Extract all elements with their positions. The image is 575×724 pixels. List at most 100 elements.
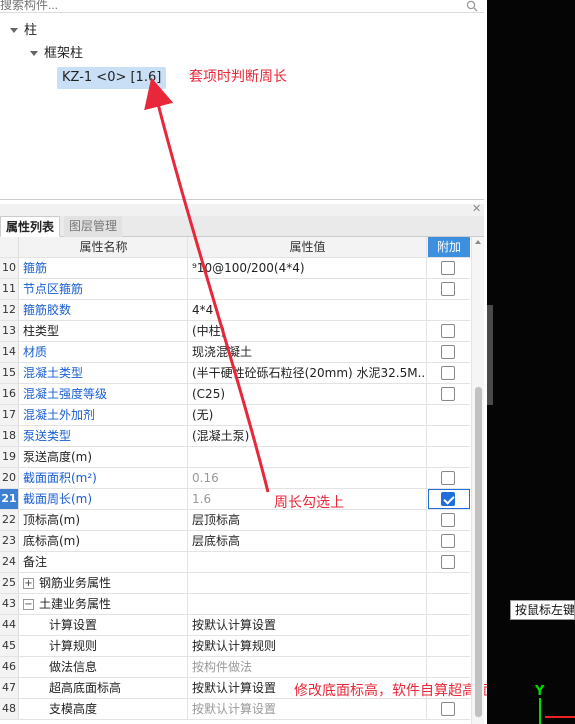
property-value[interactable]: 0.16 [189, 468, 427, 488]
annotation-top: 套项时判断周长 [189, 69, 287, 85]
mouse-tip: 按鼠标左键 [510, 600, 575, 620]
row-number: 17 [0, 405, 19, 425]
table-row[interactable]: 48 支模高度 按默认计算设置 [0, 699, 470, 720]
table-row[interactable]: 45 计算规则 按默认计算规则 [0, 636, 470, 657]
table-row[interactable]: 43− 土建业务属性 [0, 594, 470, 615]
property-name: + 钢筋业务属性 [20, 573, 188, 593]
property-value[interactable]: 按默认计算设置 [189, 699, 427, 719]
table-row[interactable]: 13 柱类型 (中柱) [0, 321, 470, 342]
search-input[interactable] [0, 0, 450, 14]
property-value[interactable]: 4*4 [189, 300, 427, 320]
vertical-scrollbar[interactable] [471, 237, 484, 724]
extra-cell [428, 636, 470, 656]
extra-checkbox[interactable] [441, 261, 455, 275]
property-value[interactable] [189, 573, 427, 593]
extra-checkbox[interactable] [441, 513, 455, 527]
property-value[interactable]: 现浇混凝土 [189, 342, 427, 362]
property-name: 混凝土强度等级 [20, 384, 188, 404]
property-name: 截面周长(m) [20, 489, 188, 509]
property-value[interactable] [189, 447, 427, 467]
row-number: 14 [0, 342, 19, 362]
close-icon[interactable]: ✕ [472, 202, 481, 215]
tree-node-frame-column[interactable]: 框架柱 [30, 44, 83, 64]
extra-checkbox[interactable] [441, 555, 455, 569]
table-row[interactable]: 19 泵送高度(m) [0, 447, 470, 468]
tree-leaf-kz1[interactable]: KZ-1 <0> [1.6] [57, 67, 167, 89]
property-value[interactable]: (C25) [189, 384, 427, 404]
table-row[interactable]: 14 材质 现浇混凝土 [0, 342, 470, 363]
property-name: 混凝土类型 [20, 363, 188, 383]
property-value[interactable] [189, 594, 427, 614]
search-icon[interactable] [466, 0, 478, 12]
table-row[interactable]: 23 底标高(m) 层底标高 [0, 531, 470, 552]
expand-caret-icon[interactable] [10, 28, 18, 33]
row-number: 43 [0, 594, 19, 614]
collapse-minus-icon[interactable]: − [23, 599, 34, 610]
property-value[interactable]: 层底标高 [189, 531, 427, 551]
property-value[interactable]: (半干硬性砼砾石粒径(20mm) 水泥32.5M... [189, 363, 427, 383]
row-number: 16 [0, 384, 19, 404]
table-row[interactable]: 15 混凝土类型 (半干硬性砼砾石粒径(20mm) 水泥32.5M... [0, 363, 470, 384]
property-name: 超高底面标高 [20, 678, 188, 698]
property-value[interactable]: 按默认计算规则 [189, 636, 427, 656]
grid-header: 属性名称 属性值 附加 [0, 237, 470, 258]
property-value[interactable]: (混凝土泵) [189, 426, 427, 446]
property-name: 泵送类型 [20, 426, 188, 446]
row-number: 22 [0, 510, 19, 530]
table-row[interactable]: 22 顶标高(m) 层顶标高 [0, 510, 470, 531]
search-bar [0, 0, 484, 14]
row-number: 13 [0, 321, 19, 341]
extra-cell [428, 699, 470, 719]
property-value[interactable]: 按构件做法 [189, 657, 427, 677]
property-name: 柱类型 [20, 321, 188, 341]
table-row[interactable]: 11 节点区箍筋 [0, 279, 470, 300]
extra-cell [428, 300, 470, 320]
extra-checkbox[interactable] [441, 366, 455, 380]
table-row[interactable]: 25 + 钢筋业务属性 [0, 573, 470, 594]
panel-splitter[interactable] [487, 305, 493, 405]
table-row[interactable]: 20 截面面积(m²) 0.16 [0, 468, 470, 489]
extra-checkbox[interactable] [441, 702, 455, 716]
table-row[interactable]: 12 箍筋胶数 4*4 [0, 300, 470, 321]
extra-checkbox[interactable] [441, 324, 455, 338]
property-value[interactable]: (无) [189, 405, 427, 425]
scroll-up-icon[interactable] [475, 240, 481, 244]
table-row[interactable]: 21 截面周长(m) 1.6 [0, 489, 470, 510]
property-name: 计算规则 [20, 636, 188, 656]
extra-checkbox[interactable] [441, 345, 455, 359]
property-value[interactable]: 层顶标高 [189, 510, 427, 530]
property-name: 计算设置 [20, 615, 188, 635]
table-row[interactable]: 46 做法信息 按构件做法 [0, 657, 470, 678]
row-number: 20 [0, 468, 19, 488]
tree-node-column[interactable]: 柱 [10, 21, 37, 41]
table-row[interactable]: 24 备注 [0, 552, 470, 573]
extra-cell [428, 594, 470, 614]
property-value[interactable]: ⁹10@100/200(4*4) [189, 258, 427, 278]
property-value[interactable] [189, 279, 427, 299]
expand-caret-icon[interactable] [30, 51, 38, 56]
property-name-text: 节点区箍筋 [23, 282, 84, 296]
property-name: − 土建业务属性 [20, 594, 188, 614]
extra-checkbox[interactable] [441, 387, 455, 401]
tab-property-list[interactable]: 属性列表 [0, 216, 61, 237]
row-number: 45 [0, 636, 19, 656]
row-number: 19 [0, 447, 19, 467]
panel-tabs: 属性列表 图层管理 [0, 216, 484, 237]
table-row[interactable]: 16 混凝土强度等级 (C25) [0, 384, 470, 405]
table-row[interactable]: 18 泵送类型 (混凝土泵) [0, 426, 470, 447]
extra-cell [428, 615, 470, 635]
extra-checkbox[interactable] [441, 471, 455, 485]
property-value[interactable]: (中柱) [189, 321, 427, 341]
table-row[interactable]: 17 混凝土外加剂 (无) [0, 405, 470, 426]
scroll-thumb[interactable] [475, 387, 482, 717]
property-value[interactable]: 按默认计算设置 [189, 615, 427, 635]
table-row[interactable]: 10 箍筋 ⁹10@100/200(4*4) [0, 258, 470, 279]
extra-checkbox[interactable] [441, 534, 455, 548]
extra-cell [428, 468, 470, 488]
table-row[interactable]: 44 计算设置 按默认计算设置 [0, 615, 470, 636]
extra-checkbox[interactable] [441, 282, 455, 296]
property-name: 混凝土外加剂 [20, 405, 188, 425]
property-value[interactable] [189, 552, 427, 572]
tab-layer-manager[interactable]: 图层管理 [64, 216, 123, 237]
expand-plus-icon[interactable]: + [23, 578, 34, 589]
